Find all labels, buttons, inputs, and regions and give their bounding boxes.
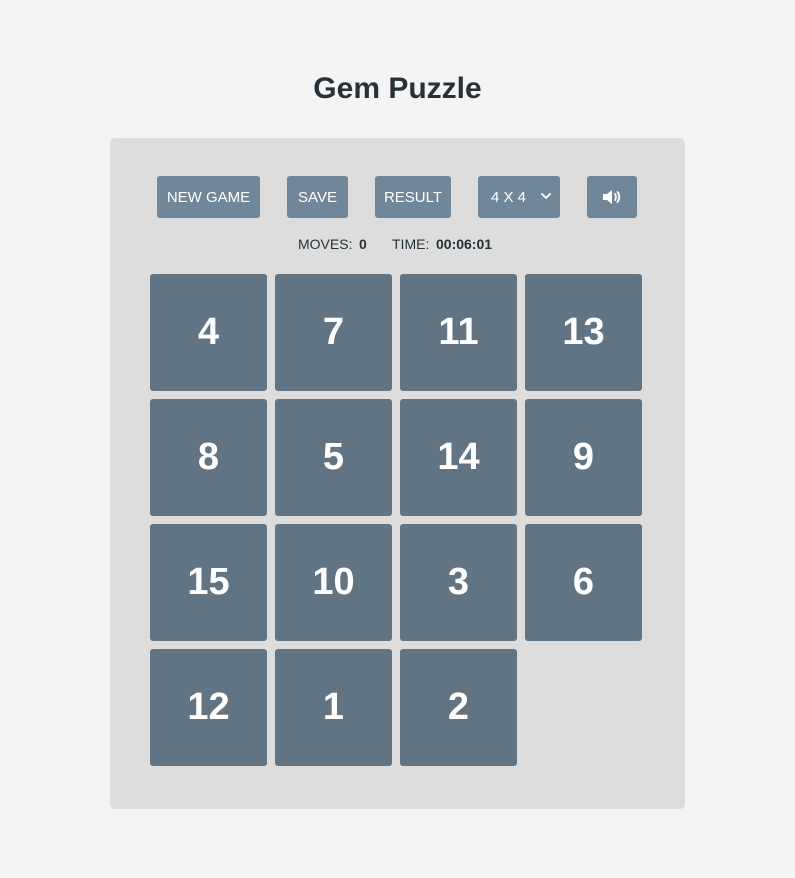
- speaker-icon: [603, 190, 621, 204]
- new-game-button[interactable]: NEW GAME: [157, 176, 260, 218]
- result-button[interactable]: RESULT: [375, 176, 451, 218]
- tile-grid: 4 7 11 13 8 5 14 9 15 10 3 6 12 1 2: [150, 274, 642, 766]
- moves-label: MOVES:: [298, 236, 353, 252]
- puzzle-tile[interactable]: 12: [150, 649, 267, 766]
- puzzle-tile[interactable]: 11: [400, 274, 517, 391]
- puzzle-tile[interactable]: 10: [275, 524, 392, 641]
- size-select[interactable]: 4 X 4: [478, 176, 560, 218]
- puzzle-tile[interactable]: 4: [150, 274, 267, 391]
- time-value: 00:06:01: [436, 236, 493, 252]
- puzzle-tile[interactable]: 6: [525, 524, 642, 641]
- moves-value: 0: [359, 236, 367, 252]
- save-button[interactable]: SAVE: [287, 176, 348, 218]
- stats-bar: MOVES: 0 TIME: 00:06:01: [110, 236, 685, 256]
- puzzle-tile[interactable]: 9: [525, 399, 642, 516]
- puzzle-tile[interactable]: 13: [525, 274, 642, 391]
- puzzle-tile[interactable]: 1: [275, 649, 392, 766]
- puzzle-tile[interactable]: 2: [400, 649, 517, 766]
- sound-toggle-button[interactable]: [587, 176, 637, 218]
- puzzle-tile[interactable]: 7: [275, 274, 392, 391]
- time-label: TIME:: [392, 236, 430, 252]
- page-title: Gem Puzzle: [313, 72, 482, 105]
- puzzle-tile[interactable]: 14: [400, 399, 517, 516]
- game-board: NEW GAME SAVE RESULT 4 X 4 MOVES: 0 TIME…: [110, 138, 685, 809]
- puzzle-tile[interactable]: 8: [150, 399, 267, 516]
- size-select-value: 4 X 4: [491, 188, 527, 206]
- puzzle-tile[interactable]: 15: [150, 524, 267, 641]
- puzzle-tile[interactable]: 3: [400, 524, 517, 641]
- puzzle-tile[interactable]: 5: [275, 399, 392, 516]
- chevron-down-icon: [541, 193, 551, 199]
